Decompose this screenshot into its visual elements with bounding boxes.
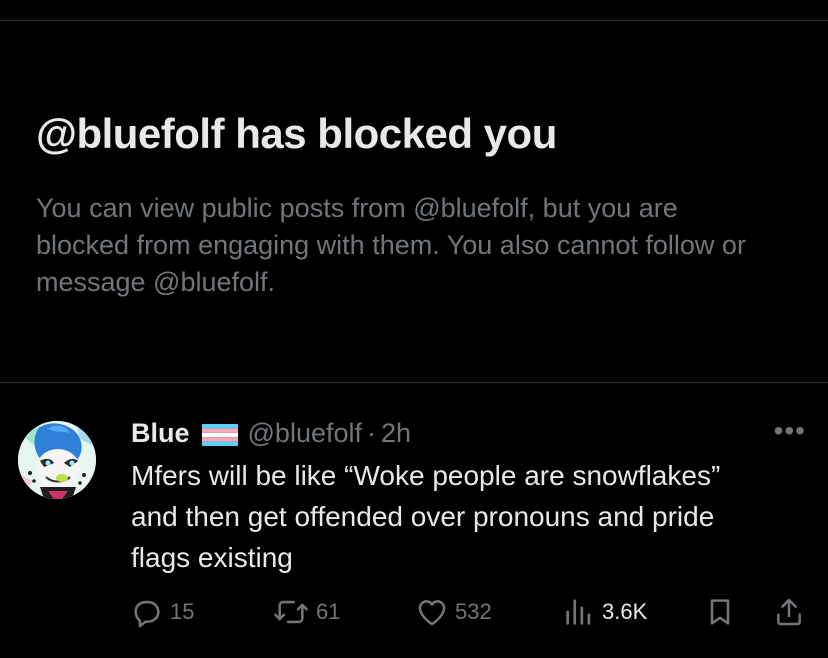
more-icon[interactable]: •••	[774, 417, 806, 445]
post-actions: 15 61 532 3.6K	[130, 591, 820, 631]
post[interactable]: Blue @bluefolf · 2h Mfers will be like “…	[0, 383, 828, 658]
blocked-title: @bluefolf has blocked you	[36, 110, 557, 157]
like-icon	[418, 600, 446, 626]
trans-flag-icon	[201, 422, 238, 446]
repost-count: 61	[316, 599, 341, 624]
share-icon	[777, 598, 801, 626]
avatar[interactable]	[18, 421, 96, 499]
bookmark-button[interactable]	[704, 595, 736, 629]
separator-dot: ·	[367, 417, 376, 448]
reply-icon	[134, 600, 160, 628]
blocked-message: You can view public posts from @bluefolf…	[36, 193, 746, 297]
top-divider	[0, 20, 828, 21]
bookmark-icon	[710, 599, 730, 625]
repost-button[interactable]: 61	[272, 595, 340, 629]
post-body: Blue @bluefolf · 2h Mfers will be like “…	[131, 415, 801, 578]
reply-count: 15	[170, 599, 195, 624]
views-button[interactable]: 3.6K	[562, 595, 647, 629]
reply-button[interactable]: 15	[130, 595, 194, 629]
repost-icon	[274, 600, 308, 624]
display-name[interactable]: Blue	[131, 418, 190, 449]
share-button[interactable]	[773, 595, 805, 629]
like-count: 532	[455, 599, 492, 624]
timestamp[interactable]: 2h	[381, 418, 411, 449]
like-button[interactable]: 532	[415, 595, 492, 629]
view-count: 3.6K	[602, 599, 648, 624]
post-text: Mfers will be like “Woke people are snow…	[131, 460, 721, 573]
views-icon	[566, 599, 591, 625]
handle[interactable]: @bluefolf	[248, 418, 362, 449]
post-header: Blue @bluefolf · 2h	[131, 415, 801, 451]
avatar-image	[18, 421, 96, 499]
blocked-notice: @bluefolf has blocked you You can view p…	[36, 108, 796, 301]
